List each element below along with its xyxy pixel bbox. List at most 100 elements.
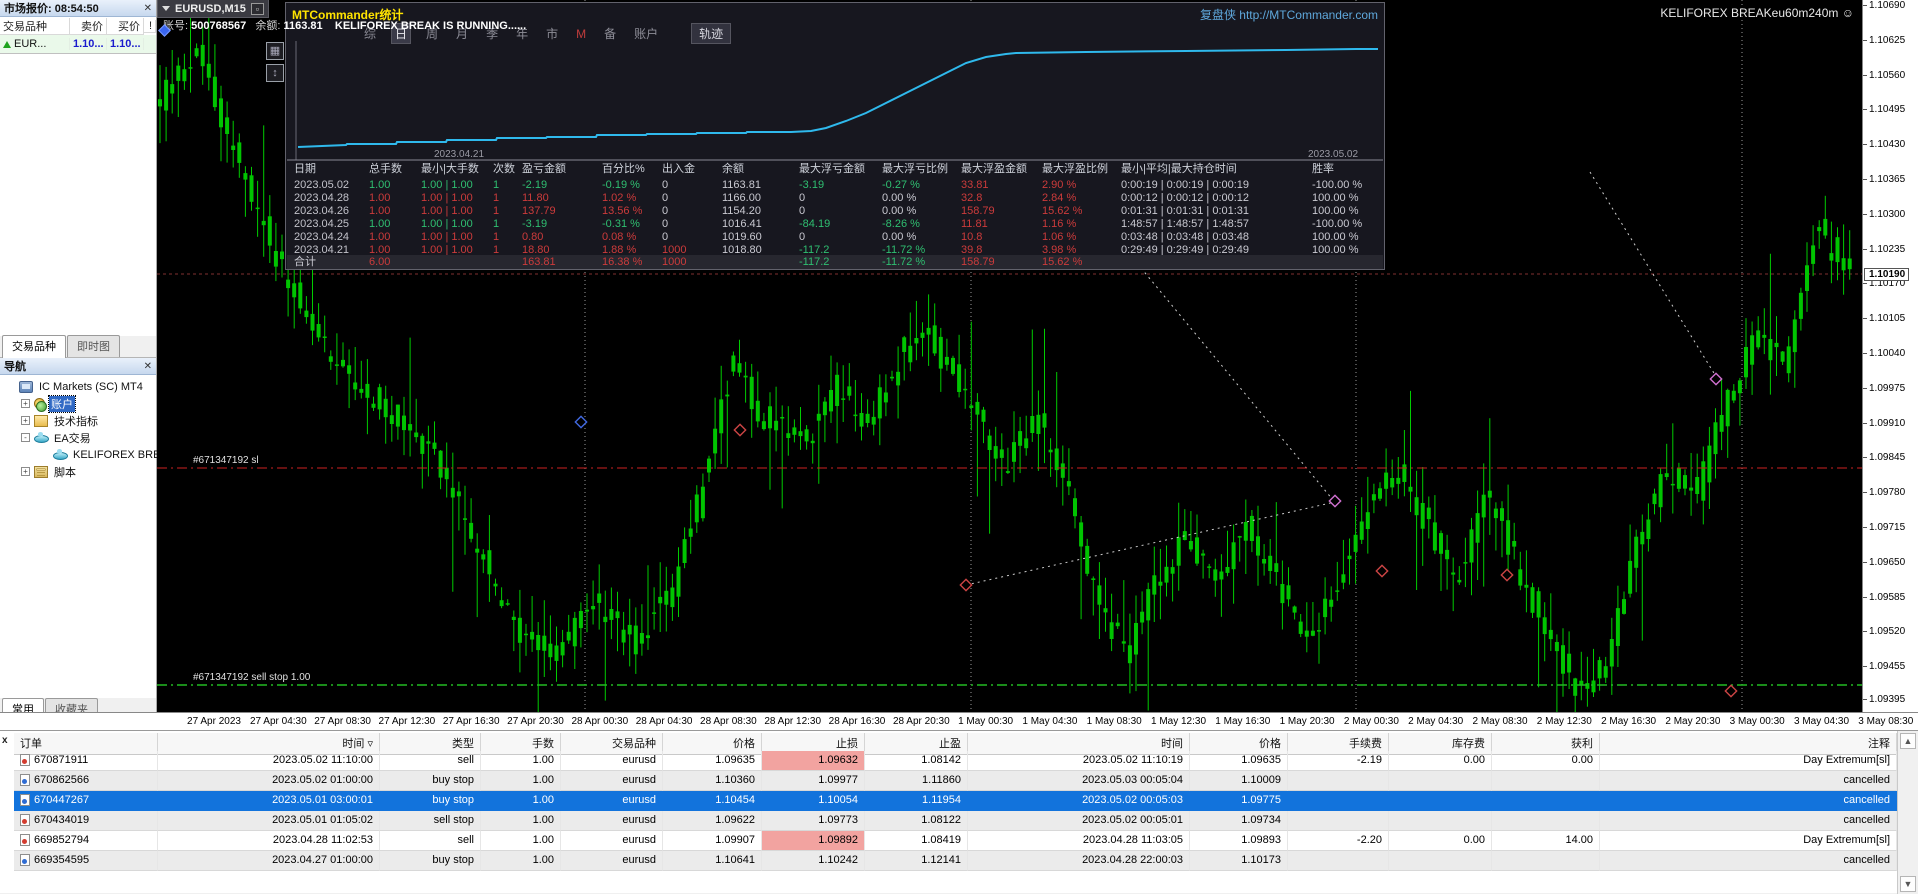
- order-sell-icon: [20, 834, 30, 846]
- sellstop-line-label[interactable]: #671347192 sell stop 1.00: [193, 672, 310, 683]
- order-symbol: eurusd: [561, 811, 663, 831]
- stats-cell: 158.79: [961, 205, 995, 218]
- order-swap: 0.00: [1389, 831, 1492, 851]
- terminal-close-icon[interactable]: x: [2, 735, 8, 746]
- col-symbol[interactable]: 交易品种: [0, 18, 70, 35]
- close-icon[interactable]: ✕: [144, 3, 152, 14]
- order-swap: [1389, 791, 1492, 811]
- order-commission: [1288, 791, 1389, 811]
- order-row[interactable]: 670434019 2023.05.01 01:05:02 sell stop …: [14, 811, 1897, 831]
- order-symbol: eurusd: [561, 791, 663, 811]
- tree-item-label[interactable]: EA交易: [52, 430, 93, 446]
- stats-brand-link[interactable]: 复盘侠 http://MTCommander.com: [1200, 6, 1378, 23]
- price-tick: 1.09395: [1869, 694, 1905, 705]
- terminal-scrollbar[interactable]: ▲ ▼: [1897, 731, 1918, 894]
- order-row[interactable]: 669354595 2023.04.27 01:00:00 buy stop 1…: [14, 851, 1897, 871]
- order-row[interactable]: 669852794 2023.04.28 11:02:53 sell 1.00 …: [14, 831, 1897, 851]
- stats-cell: 1163.81: [722, 179, 761, 192]
- order-tp: 1.08122: [865, 811, 968, 831]
- panel-button-move-icon[interactable]: ↕: [266, 64, 284, 82]
- tree-item-label[interactable]: 脚本: [52, 464, 78, 480]
- order-tp: 1.08142: [865, 751, 968, 771]
- expand-icon[interactable]: +: [21, 399, 30, 408]
- tree-item-label[interactable]: 技术指标: [52, 413, 100, 429]
- order-sell-icon: [20, 814, 30, 826]
- stats-cell: 1.00: [369, 231, 390, 244]
- col-bid[interactable]: 卖价: [70, 18, 107, 35]
- sidebar-item-accounts[interactable]: + 账户: [0, 395, 156, 412]
- sidebar-item-ea[interactable]: KELIFOREX BREAKe: [0, 446, 156, 463]
- stats-cell: -0.31 %: [602, 218, 640, 231]
- time-tick: 27 Apr 2023: [187, 716, 241, 727]
- market-watch-header: 交易品种 卖价 买价 !: [0, 17, 156, 35]
- sidebar-item-script[interactable]: + 脚本: [0, 463, 156, 480]
- stats-col-header: 出入金: [662, 163, 695, 176]
- chart-area[interactable]: EURUSD,M15 ▫ 账号: 500768567 余额: 1163.81 K…: [157, 0, 1862, 712]
- chevron-down-icon[interactable]: [162, 6, 170, 11]
- stats-cell: 100.00 %: [1312, 231, 1358, 244]
- order-buy-icon: [20, 854, 30, 866]
- stats-cell: -84.19: [799, 218, 830, 231]
- stats-cell: 1.00: [369, 218, 390, 231]
- total-row-highlight: [287, 255, 1383, 269]
- sidebar-item-indicator[interactable]: + 技术指标: [0, 412, 156, 429]
- sl-line-label[interactable]: #671347192 sl: [193, 455, 259, 466]
- stats-cell: 1.00: [369, 192, 390, 205]
- order-row[interactable]: 670862566 2023.05.02 01:00:00 buy stop 1…: [14, 771, 1897, 791]
- close-icon[interactable]: ✕: [144, 361, 152, 372]
- navigator-tree: IC Markets (SC) MT4 + 账户 + 技术指标 - EA交易KELIFORE…: [0, 375, 156, 698]
- time-axis[interactable]: 27 Apr 202327 Apr 04:3027 Apr 08:3027 Ap…: [0, 712, 1918, 730]
- sidebar-item-ea[interactable]: - EA交易: [0, 429, 156, 446]
- stats-cell: 1016.41: [722, 218, 762, 231]
- order-type: sell stop: [380, 811, 481, 831]
- market-watch-row[interactable]: EUR... 1.10... 1.10...: [0, 35, 156, 53]
- stats-cell: 2.84 %: [1042, 192, 1076, 205]
- scroll-down-icon[interactable]: ▼: [1900, 876, 1916, 892]
- price-axis[interactable]: 1.106901.106251.105601.104951.104301.103…: [1862, 0, 1918, 712]
- stats-cell: 0.80: [522, 231, 543, 244]
- chart-window-title[interactable]: EURUSD,M15 ▫: [157, 0, 269, 18]
- ea-comment-line: 账号: 500768567 余额: 1163.81 KELIFOREX BREA…: [163, 17, 526, 33]
- order-profit: 0.00: [1492, 751, 1600, 771]
- order-close-price: 1.09635: [1190, 751, 1288, 771]
- tab-tick-chart[interactable]: 即时图: [67, 335, 120, 357]
- price-tick: 1.09975: [1869, 383, 1905, 394]
- stats-col-header: 最大浮亏金额: [799, 163, 865, 176]
- col-alert[interactable]: !: [144, 20, 156, 33]
- order-symbol: eurusd: [561, 771, 663, 791]
- stats-col-header: 次数: [493, 163, 515, 176]
- sidebar-item-server[interactable]: IC Markets (SC) MT4: [0, 378, 156, 395]
- order-open-time: 2023.04.28 11:02:53: [158, 831, 380, 851]
- order-row[interactable]: 670447267 2023.05.01 03:00:01 buy stop 1…: [14, 791, 1897, 811]
- stats-cell: 1.00 | 1.00: [421, 231, 473, 244]
- equity-start-date: 2023.04.21: [434, 149, 484, 160]
- order-close-time: 2023.05.02 00:05:01: [968, 811, 1190, 831]
- collapse-icon[interactable]: -: [21, 433, 30, 442]
- stats-col-header: 最大浮盈金额: [961, 163, 1027, 176]
- scroll-up-icon[interactable]: ▲: [1900, 733, 1916, 749]
- order-open-price: 1.09907: [663, 831, 762, 851]
- col-ask[interactable]: 买价: [107, 18, 144, 35]
- panel-button-grid-icon[interactable]: ▦: [266, 42, 284, 60]
- order-row[interactable]: 670871911 2023.05.02 11:10:00 sell 1.00 …: [14, 751, 1897, 771]
- tree-item-label[interactable]: 账户: [49, 396, 75, 412]
- order-tp: 1.08419: [865, 831, 968, 851]
- expand-icon[interactable]: +: [21, 416, 30, 425]
- stats-cell: 11.81: [961, 218, 988, 231]
- time-tick: 3 May 04:30: [1794, 716, 1849, 727]
- stats-overlay-panel[interactable]: MTCommander统计 复盘侠 http://MTCommander.com…: [285, 2, 1385, 270]
- restore-window-icon[interactable]: ▫: [251, 3, 264, 15]
- expand-icon[interactable]: +: [21, 467, 30, 476]
- tree-item-label[interactable]: IC Markets (SC) MT4: [37, 381, 145, 393]
- stats-cell: 1.00 | 1.00: [421, 218, 473, 231]
- tab-symbols[interactable]: 交易品种: [2, 335, 66, 358]
- order-tp: 1.11860: [865, 771, 968, 791]
- time-tick: 2 May 08:30: [1472, 716, 1527, 727]
- time-tick: 1 May 08:30: [1087, 716, 1142, 727]
- current-price-box: 1.10190: [1864, 268, 1909, 281]
- order-tp: 1.12141: [865, 851, 968, 871]
- time-tick: 2 May 04:30: [1408, 716, 1463, 727]
- indicator-icon: [34, 415, 48, 427]
- stats-cell: 2023.04.26: [294, 205, 349, 218]
- stats-col-header: 余额: [722, 163, 744, 176]
